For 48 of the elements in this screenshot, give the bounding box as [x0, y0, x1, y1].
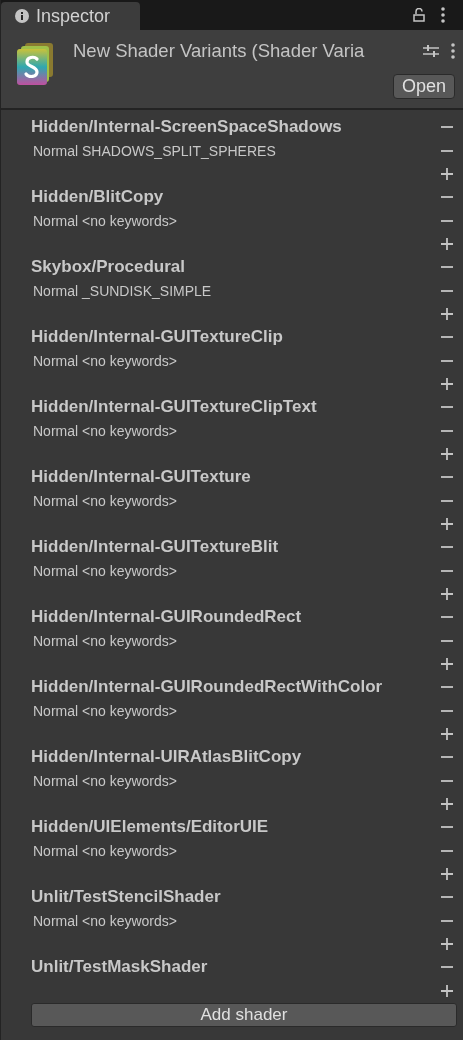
- shader-name: Hidden/Internal-GUIRoundedRectWithColor: [31, 677, 383, 697]
- open-button[interactable]: Open: [392, 74, 455, 99]
- variant-label: Normal <no keywords>: [32, 702, 177, 719]
- add-icon[interactable]: [441, 237, 453, 250]
- variant-label: Normal <no keywords>: [32, 352, 177, 369]
- shader-name: Hidden/UIElements/EditorUIE: [31, 817, 269, 837]
- variant-label: Normal <no keywords>: [32, 842, 177, 859]
- shader-name: Hidden/Internal-GUITextureClipText: [31, 397, 317, 417]
- add-icon[interactable]: [441, 167, 453, 180]
- variant-label: Normal <no keywords>: [32, 492, 177, 509]
- add-icon[interactable]: [441, 657, 453, 670]
- shader-variants-icon: [17, 43, 55, 85]
- variant-label: Normal <no keywords>: [32, 772, 177, 789]
- variant-label: Normal _SUNDISK_SIMPLE: [32, 282, 212, 299]
- add-shader-button[interactable]: Add shader: [31, 1003, 457, 1027]
- variant-label: Normal <no keywords>: [32, 212, 177, 229]
- add-icon[interactable]: [441, 937, 453, 950]
- variant-label: Normal <no keywords>: [32, 562, 177, 579]
- shader-name: Hidden/Internal-GUIRoundedRect: [31, 607, 302, 627]
- shader-name: Unlit/TestStencilShader: [31, 887, 221, 907]
- add-icon[interactable]: [441, 797, 453, 810]
- asset-title: New Shader Variants (Shader Varia: [73, 40, 366, 62]
- variant-label: Normal <no keywords>: [32, 632, 177, 649]
- more-icon[interactable]: [441, 7, 445, 23]
- add-icon[interactable]: [441, 447, 453, 460]
- shader-name: Hidden/Internal-UIRAtlasBlitCopy: [31, 747, 302, 767]
- variant-label: Normal <no keywords>: [32, 912, 177, 929]
- shader-name: Hidden/BlitCopy: [31, 187, 164, 207]
- add-icon[interactable]: [441, 517, 453, 530]
- add-icon[interactable]: [441, 377, 453, 390]
- add-icon[interactable]: [441, 727, 453, 740]
- add-icon[interactable]: [441, 984, 453, 997]
- more-icon[interactable]: [451, 43, 455, 59]
- shader-name: Hidden/Internal-ScreenSpaceShadows: [31, 117, 342, 137]
- shader-name: Hidden/Internal-GUITextureBlit: [31, 537, 279, 557]
- lock-icon[interactable]: [413, 8, 425, 22]
- variant-label: Normal <no keywords>: [32, 422, 177, 439]
- shader-name: Hidden/Internal-GUITextureClip: [31, 327, 283, 347]
- shader-name: Unlit/TestMaskShader: [31, 957, 208, 977]
- add-icon[interactable]: [441, 587, 453, 600]
- shader-name: Skybox/Procedural: [31, 257, 185, 277]
- add-icon[interactable]: [441, 867, 453, 880]
- info-icon: [15, 9, 29, 23]
- sliders-icon[interactable]: [423, 44, 439, 58]
- inspector-tab[interactable]: Inspector: [1, 2, 141, 30]
- variant-label: Normal SHADOWS_SPLIT_SPHERES: [32, 142, 276, 159]
- add-icon[interactable]: [441, 307, 453, 320]
- shader-name: Hidden/Internal-GUITexture: [31, 467, 251, 487]
